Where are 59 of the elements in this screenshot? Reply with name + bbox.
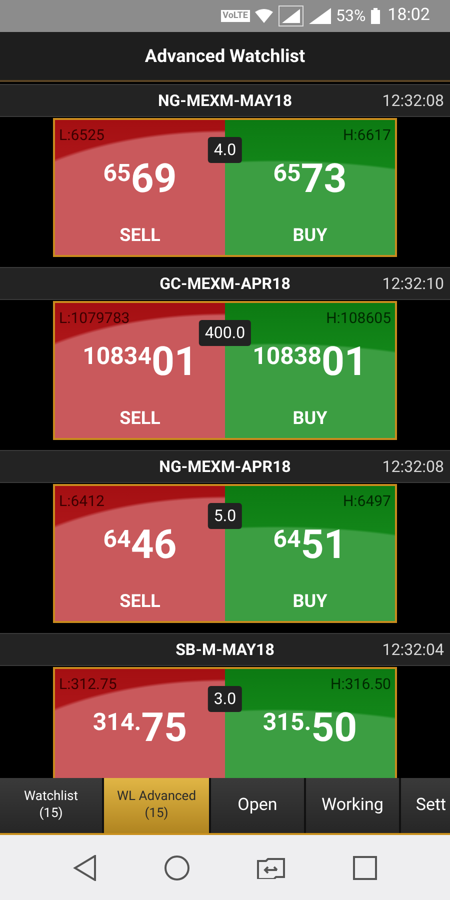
tab[interactable]: WL Advanced (15) [104,778,209,833]
back-icon[interactable] [73,854,98,880]
clock: 18:02 [388,4,430,28]
low-price: L:6412 [59,492,104,510]
side-label: BUY [292,590,328,614]
tab[interactable]: Open [211,778,304,833]
spread-badge: 5.0 [208,503,242,529]
spread-badge: 4.0 [208,137,242,163]
high-price: H:108605 [326,309,391,327]
side-label: SELL [120,590,160,614]
price-digits: 50 [311,708,358,748]
home-icon[interactable] [164,854,190,880]
side-label: SELL [120,224,160,248]
symbol-label: SB-M-MAY18 [176,638,274,660]
low-price: L:6525 [59,126,104,144]
switch-app-icon[interactable] [256,856,286,878]
high-price: H:316.50 [330,675,391,693]
timestamp: 12:32:08 [382,90,444,112]
battery-icon [370,8,380,24]
price-prefix: 315. [262,710,312,734]
wifi-icon [254,9,273,23]
signal-icon [308,8,331,24]
price-prefix: 65 [103,160,131,184]
tab[interactable]: Watchlist (15) [0,778,102,833]
battery-percent: 53% [336,5,366,27]
price-prefix: 10834 [82,344,152,368]
high-price: H:6497 [342,492,391,510]
timestamp: 12:32:10 [382,272,444,294]
low-price: L:312.75 [59,675,117,693]
side-label: SELL [120,407,160,431]
low-price: L:1079783 [59,309,130,327]
price-digits: 01 [151,342,198,382]
volte-badge: VoLTE [220,10,250,22]
price-digits: 69 [130,158,177,198]
spread-badge: 400.0 [198,320,252,346]
symbol-label: NG-MEXM-MAY18 [158,90,292,112]
price-digits: 51 [300,524,347,564]
spread-badge: 3.0 [208,686,242,712]
price-prefix: 10838 [252,344,322,368]
price-prefix: 64 [103,526,131,550]
tab[interactable]: Sett [401,778,450,833]
screen-title: Advanced Watchlist [144,44,306,68]
signal-icon [278,5,304,27]
price-digits: 73 [300,158,347,198]
price-prefix: 314. [92,710,142,734]
high-price: H:6617 [342,126,391,144]
price-digits: 01 [321,342,368,382]
price-digits: 46 [130,524,177,564]
price-digits: 75 [141,708,188,748]
symbol-label: GC-MEXM-APR18 [160,272,290,294]
square-icon[interactable] [352,856,377,880]
tab[interactable]: Working [306,778,399,833]
symbol-label: NG-MEXM-APR18 [159,456,291,478]
side-label: BUY [292,407,328,431]
timestamp: 12:32:08 [382,456,444,478]
price-prefix: 64 [273,526,301,550]
side-label: BUY [292,224,328,248]
timestamp: 12:32:04 [382,638,444,660]
price-prefix: 65 [273,160,301,184]
